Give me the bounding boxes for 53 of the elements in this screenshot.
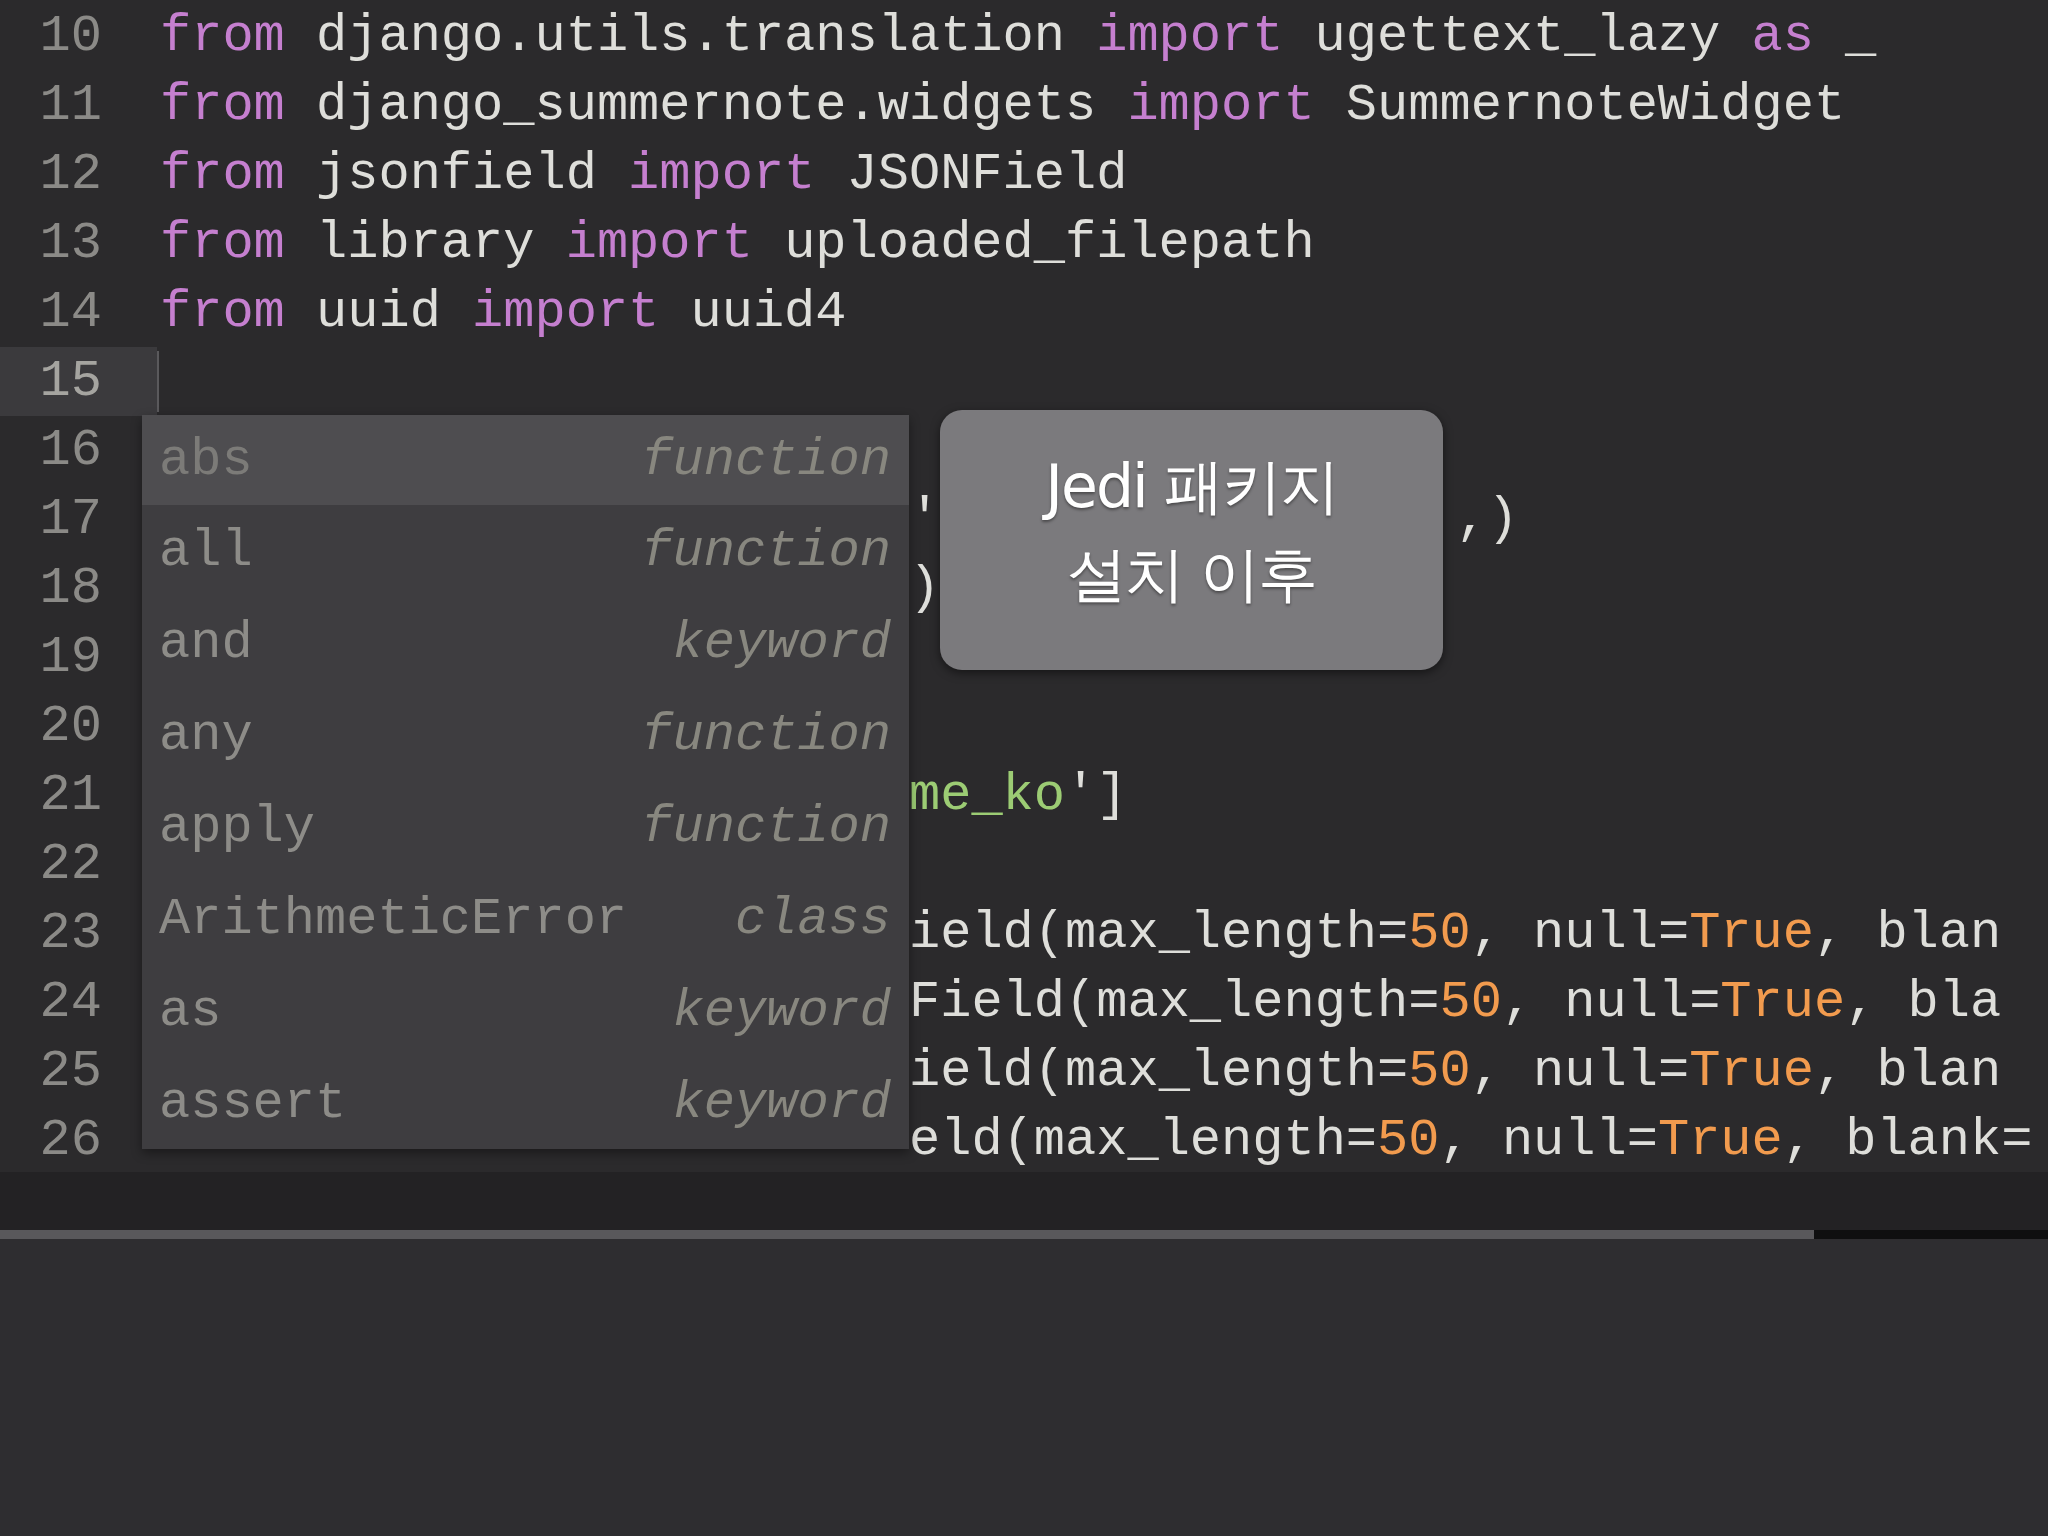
code-text: from django_summernote.widgets import SummernoteWidget [160,76,1846,135]
line-number: 10 [38,6,103,68]
autocomplete-item[interactable]: and keyword [142,597,909,689]
code-text: ield(max_length=50, null=True, blan [909,904,2002,963]
completion-type: class [734,889,891,949]
completion-type: keyword [672,981,891,1041]
autocomplete-item[interactable]: ArithmeticError class [142,873,909,965]
autocomplete-item[interactable]: all function [142,505,909,597]
line-number: 24 [38,972,103,1034]
line-number: 25 [38,1041,103,1103]
line-number: 17 [38,489,103,551]
line-number: 26 [38,1110,103,1172]
code-text: Field(max_length=50, null=True, bla [909,973,2002,1032]
completion-name: ArithmeticError [159,889,628,949]
code-text: eld(max_length=50, null=True, blank= [909,1111,2033,1170]
code-text: ) [909,559,941,618]
line-number: 22 [38,834,103,896]
line-number: 19 [38,627,103,689]
code-text: ,) [1456,490,1519,549]
completion-type: keyword [672,613,891,673]
horizontal-scrollbar[interactable] [0,1230,2048,1239]
code-text: ' [909,490,941,549]
code-text: from library import uploaded_filepath [160,214,1315,273]
line-number: 14 [38,282,103,344]
code-text: from django.utils.translation import ugettext_lazy as _ [160,7,1877,66]
line-number: 15 [0,347,157,416]
code-text: from uuid import uuid4 [160,283,847,342]
code-text: from jsonfield import JSONField [160,145,1128,204]
line-number: 23 [38,903,103,965]
completion-name: apply [159,797,316,857]
completion-name: any [159,705,253,765]
autocomplete-item[interactable]: as keyword [142,965,909,1057]
autocomplete-item[interactable]: apply function [142,781,909,873]
completion-type: function [641,521,891,581]
completion-type: function [641,797,891,857]
completion-name: all [159,521,253,581]
completion-name: and [159,613,253,673]
line-number: 16 [38,420,103,482]
completion-name: assert [159,1073,347,1133]
autocomplete-item[interactable]: any function [142,689,909,781]
line-number: 21 [38,765,103,827]
code-text: ield(max_length=50, null=True, blan [909,1042,2002,1101]
line-number: 12 [38,144,103,206]
completion-type: function [641,430,891,490]
code-text: me_ko'] [909,766,1128,825]
line-number: 13 [38,213,103,275]
line-number: 11 [38,75,103,137]
completion-type: keyword [672,1073,891,1133]
completion-type: function [641,705,891,765]
line-number: 20 [38,696,103,758]
autocomplete-item[interactable]: assert keyword [142,1057,909,1149]
completion-name: as [159,981,222,1041]
line-number: 18 [38,558,103,620]
